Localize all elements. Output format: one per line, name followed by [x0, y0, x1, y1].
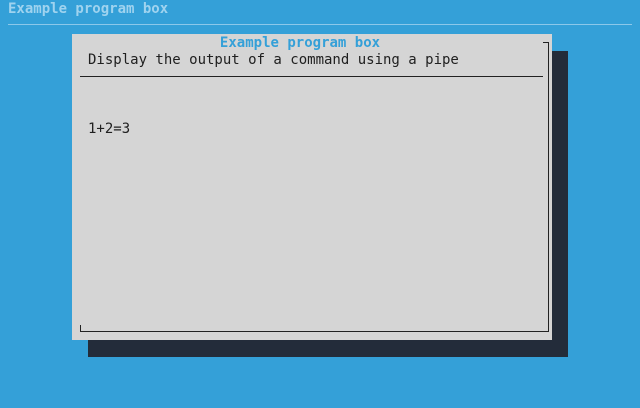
backtitle: Example program box	[8, 1, 169, 17]
dialog-divider	[80, 76, 543, 77]
backtitle-rule	[8, 24, 632, 25]
dialog-title: Example program box	[219, 35, 381, 51]
dialog-prompt: Display the output of a command using a …	[88, 52, 459, 68]
dialog-frame-left-tick	[80, 325, 81, 331]
dialog-frame-right	[548, 42, 549, 332]
dialog-frame-bottom	[80, 331, 549, 332]
program-output[interactable]: 1+2=3	[88, 87, 538, 322]
output-line: 1+2=3	[88, 121, 131, 137]
